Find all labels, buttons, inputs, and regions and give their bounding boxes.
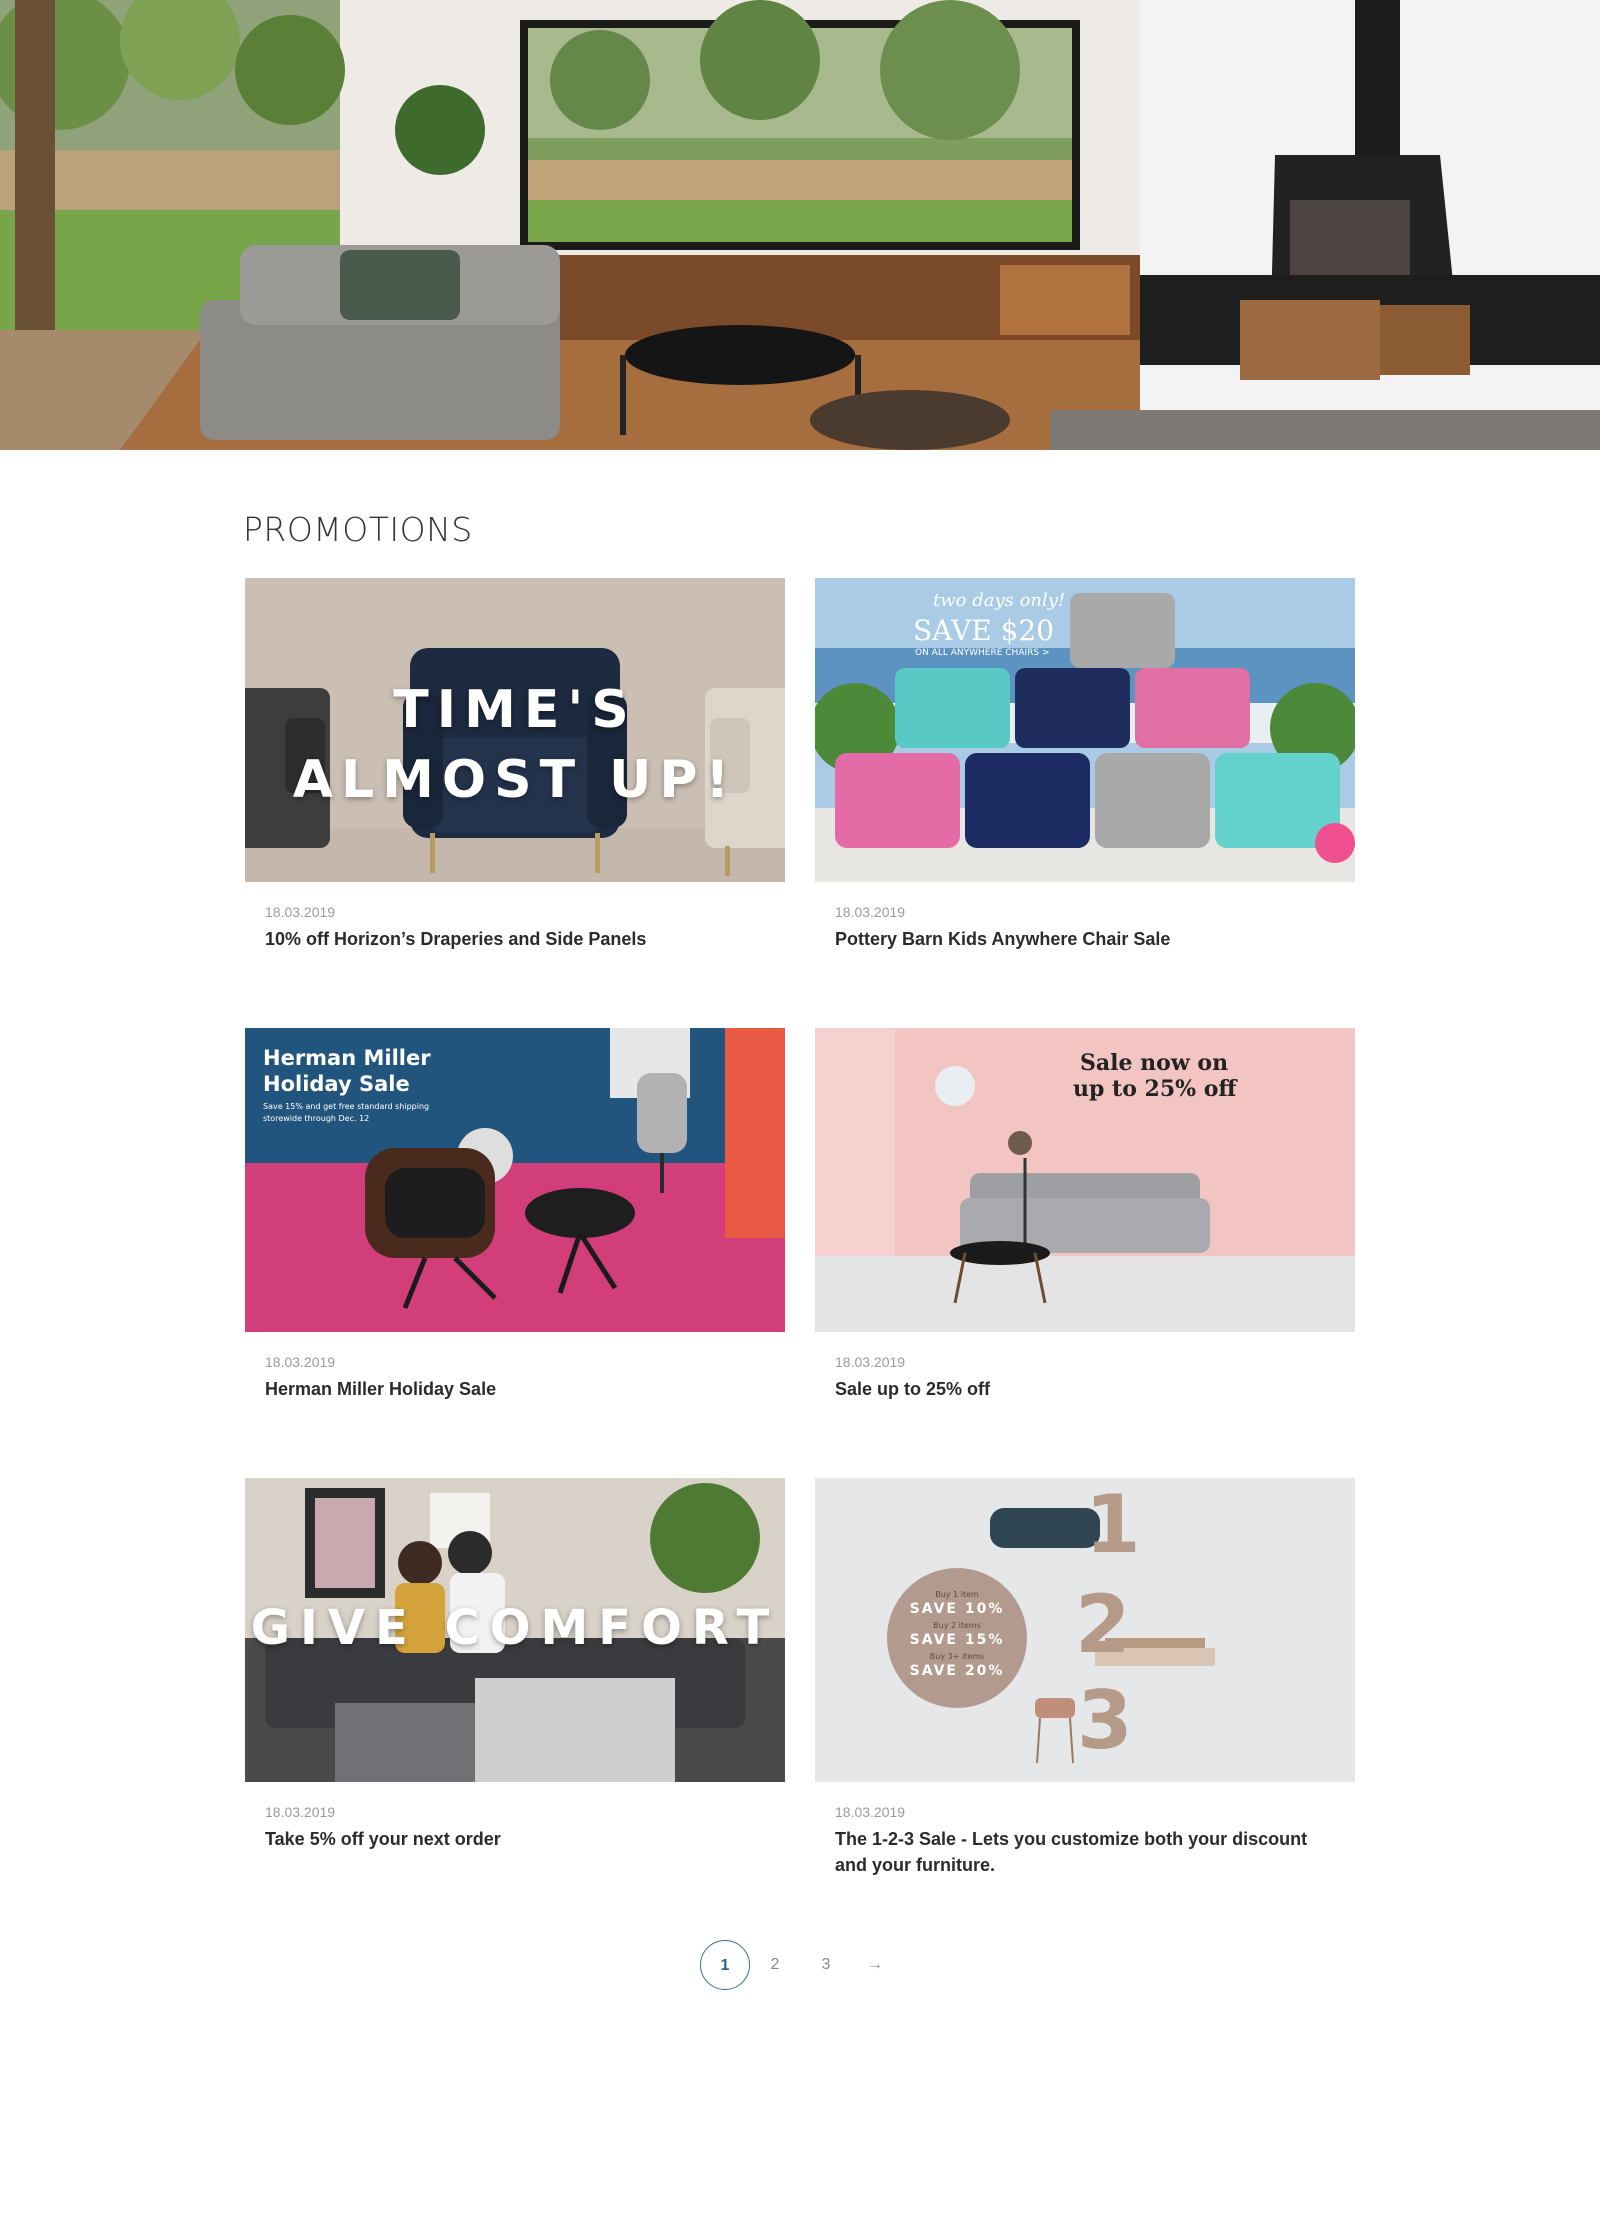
promotion-image[interactable]: Herman Miller Holiday Sale Save 15% and … <box>245 1028 785 1332</box>
promotion-title-link[interactable]: Pottery Barn Kids Anywhere Chair Sale <box>835 926 1335 952</box>
promo-overlay-headline: GIVE COMFORT <box>250 1600 780 1656</box>
tier-caption: Buy 2 items <box>933 1621 981 1630</box>
tier-offer: SAVE 10% <box>909 1601 1005 1617</box>
page-title: PROMOTIONS <box>243 510 473 549</box>
promotion-title-link[interactable]: Sale up to 25% off <box>835 1376 1335 1402</box>
promotion-date: 18.03.2019 <box>265 1354 336 1370</box>
promotion-date: 18.03.2019 <box>835 1354 906 1370</box>
promo-overlay-text: SAVE $20 <box>913 614 1055 647</box>
promotion-image[interactable]: Sale now on up to 25% off <box>815 1028 1355 1332</box>
tier-number: 1 <box>1085 1478 1141 1571</box>
promotion-card[interactable]: Sale now on up to 25% off 18.03.2019 Sal… <box>815 1028 1355 1428</box>
promotion-date: 18.03.2019 <box>835 904 906 920</box>
promo-overlay-text: two days only! <box>933 590 1066 611</box>
promotion-title-link[interactable]: Herman Miller Holiday Sale <box>265 1376 765 1402</box>
arrow-right-icon: → <box>867 1956 883 1973</box>
promo-overlay-headline: ALMOST UP! <box>292 750 738 810</box>
promo-overlay-text: Holiday Sale <box>263 1072 410 1096</box>
promo-overlay-text: Save 15% and get free standard shipping <box>263 1102 430 1111</box>
promotion-title-link[interactable]: 10% off Horizon’s Draperies and Side Pan… <box>265 926 765 952</box>
promo-overlay-text: Herman Miller <box>263 1046 431 1070</box>
tier-caption: Buy 1 item <box>935 1590 979 1599</box>
promotion-card[interactable]: two days only! SAVE $20 ON ALL ANYWHERE … <box>815 578 1355 978</box>
next-page-button[interactable]: → <box>850 1940 900 1990</box>
promotion-card[interactable]: GIVE COMFORT 18.03.2019 Take 5% off your… <box>245 1478 785 1898</box>
promo-overlay-text: storewide through Dec. 12 <box>263 1114 370 1123</box>
tier-offer: SAVE 20% <box>909 1663 1005 1679</box>
tier-offer: SAVE 15% <box>909 1632 1005 1648</box>
promotion-image[interactable]: TIME'S ALMOST UP! <box>245 578 785 882</box>
page-2-button[interactable]: 2 <box>750 1940 800 1990</box>
page-3-button[interactable]: 3 <box>801 1940 851 1990</box>
promo-overlay-headline: TIME'S <box>393 680 637 740</box>
promotion-date: 18.03.2019 <box>265 1804 336 1820</box>
page-1-button[interactable]: 1 <box>700 1940 750 1990</box>
promotion-date: 18.03.2019 <box>265 904 336 920</box>
promotion-card[interactable]: Herman Miller Holiday Sale Save 15% and … <box>245 1028 785 1428</box>
promotion-card[interactable]: TIME'S ALMOST UP! 18.03.2019 10% off Hor… <box>245 578 785 978</box>
pagination: 1 2 3 → <box>700 1940 900 1990</box>
promotion-date: 18.03.2019 <box>835 1804 906 1820</box>
promotion-card[interactable]: 1 2 3 Buy 1 item SAVE 10% Buy 2 items SA… <box>815 1478 1355 1898</box>
promotion-image[interactable]: GIVE COMFORT <box>245 1478 785 1782</box>
tier-caption: Buy 3+ items <box>929 1652 985 1661</box>
promotion-image[interactable]: 1 2 3 Buy 1 item SAVE 10% Buy 2 items SA… <box>815 1478 1355 1782</box>
promotion-image[interactable]: two days only! SAVE $20 ON ALL ANYWHERE … <box>815 578 1355 882</box>
hero-banner-image <box>0 0 1600 450</box>
promotion-title-link[interactable]: Take 5% off your next order <box>265 1826 765 1852</box>
promotion-title-link[interactable]: The 1-2-3 Sale - Lets you customize both… <box>835 1826 1335 1878</box>
promo-overlay-text: up to 25% off <box>1073 1076 1237 1102</box>
promo-overlay-text: ON ALL ANYWHERE CHAIRS > <box>915 648 1050 658</box>
tier-number: 3 <box>1077 1674 1133 1767</box>
promo-overlay-text: Sale now on <box>1080 1050 1229 1076</box>
